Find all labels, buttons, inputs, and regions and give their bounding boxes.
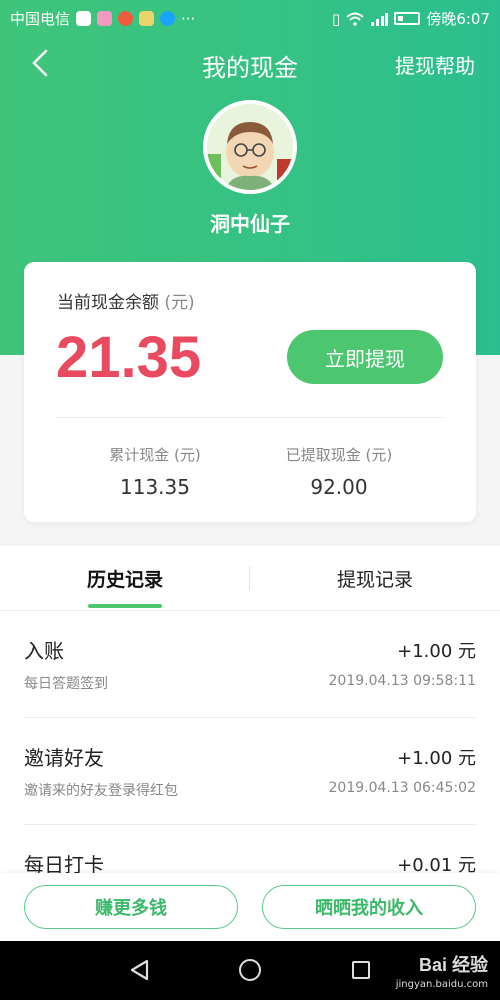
record-amount: +1.00 元 [397, 641, 476, 662]
nav-home-icon[interactable] [239, 959, 261, 981]
record-time: 2019.04.13 09:58:11 [328, 673, 477, 689]
balance-card: 当前现金余额 (元) 21.35 立即提现 累计现金 (元) 113.35 已提… [24, 262, 476, 522]
balance-unit: (元) [164, 293, 195, 313]
record-list[interactable]: 入账 +1.00 元 每日答题签到 2019.04.13 09:58:11 邀请… [0, 611, 500, 873]
watermark-sub: jingyan.baidu.com [395, 979, 488, 990]
list-item[interactable]: 邀请好友 +1.00 元 邀请来的好友登录得红包 2019.04.13 06:4… [0, 718, 500, 825]
balance-label: 当前现金余额 (元) [57, 288, 195, 313]
wechat-icon [76, 11, 92, 26]
nav-recent-icon[interactable] [352, 961, 370, 979]
avatar-image [207, 104, 293, 190]
record-title: 每日打卡 [24, 853, 104, 873]
withdrawn-value: 92.00 [310, 475, 368, 499]
balance-amount: 21.35 [56, 325, 202, 390]
withdrawn-label: 已提取现金 (元) [285, 446, 393, 464]
watermark-main: Bai 经验 [418, 955, 488, 975]
more-notifications: ··· [181, 9, 196, 28]
system-nav-bar: Bai 经验 jingyan.baidu.com [0, 941, 500, 1000]
active-tab-indicator [88, 604, 162, 608]
record-title: 邀请好友 [24, 746, 104, 770]
app-icon [97, 11, 113, 26]
app-icon [118, 11, 134, 26]
record-title: 入账 [24, 639, 64, 663]
wifi-icon [346, 12, 364, 26]
status-bar: 中国电信 ··· ▯ 傍晚6:07 [0, 0, 500, 34]
withdraw-help-link[interactable]: 提现帮助 [395, 50, 475, 79]
battery-icon [394, 12, 421, 25]
card-divider [56, 417, 444, 418]
balance-label-text: 当前现金余额 [57, 293, 159, 313]
earn-more-button[interactable]: 赚更多钱 [24, 885, 238, 929]
list-item[interactable]: 每日打卡 +0.01 元 [0, 825, 500, 873]
record-desc: 邀请来的好友登录得红包 [24, 783, 178, 799]
status-left: 中国电信 ··· [10, 8, 195, 29]
status-time: 傍晚6:07 [426, 10, 490, 28]
list-item[interactable]: 入账 +1.00 元 每日答题签到 2019.04.13 09:58:11 [0, 611, 500, 718]
vibrate-icon: ▯ [332, 9, 341, 28]
bottom-action-bar: 赚更多钱 晒晒我的收入 [0, 873, 500, 941]
watermark: Bai 经验 jingyan.baidu.com [396, 951, 488, 990]
record-tabs: 历史记录 提现记录 [0, 546, 500, 610]
record-desc: 每日答题签到 [24, 676, 108, 692]
nickname: 洞中仙子 [210, 212, 290, 236]
cumulative-label: 累计现金 (元) [109, 446, 201, 464]
top-bar: 我的现金 提现帮助 [0, 38, 500, 88]
nav-back-icon[interactable] [129, 959, 151, 981]
cumulative-value: 113.35 [120, 475, 190, 499]
app-icon [160, 11, 176, 26]
carrier-label: 中国电信 [10, 10, 71, 28]
record-amount: +1.00 元 [397, 748, 476, 769]
cumulative-stat: 累计现金 (元) 113.35 [60, 444, 250, 499]
avatar[interactable] [203, 100, 297, 194]
record-time: 2019.04.13 06:45:02 [328, 780, 477, 796]
record-amount: +0.01 元 [397, 855, 476, 873]
app-icon [139, 11, 155, 26]
tab-history[interactable]: 历史记录 [0, 546, 250, 610]
share-income-button[interactable]: 晒晒我的收入 [262, 885, 476, 929]
withdrawn-stat: 已提取现金 (元) 92.00 [244, 444, 434, 499]
tab-withdraw-records[interactable]: 提现记录 [250, 546, 500, 610]
withdraw-now-button[interactable]: 立即提现 [287, 330, 443, 384]
status-right: ▯ 傍晚6:07 [332, 8, 490, 29]
signal-icon [371, 12, 389, 26]
